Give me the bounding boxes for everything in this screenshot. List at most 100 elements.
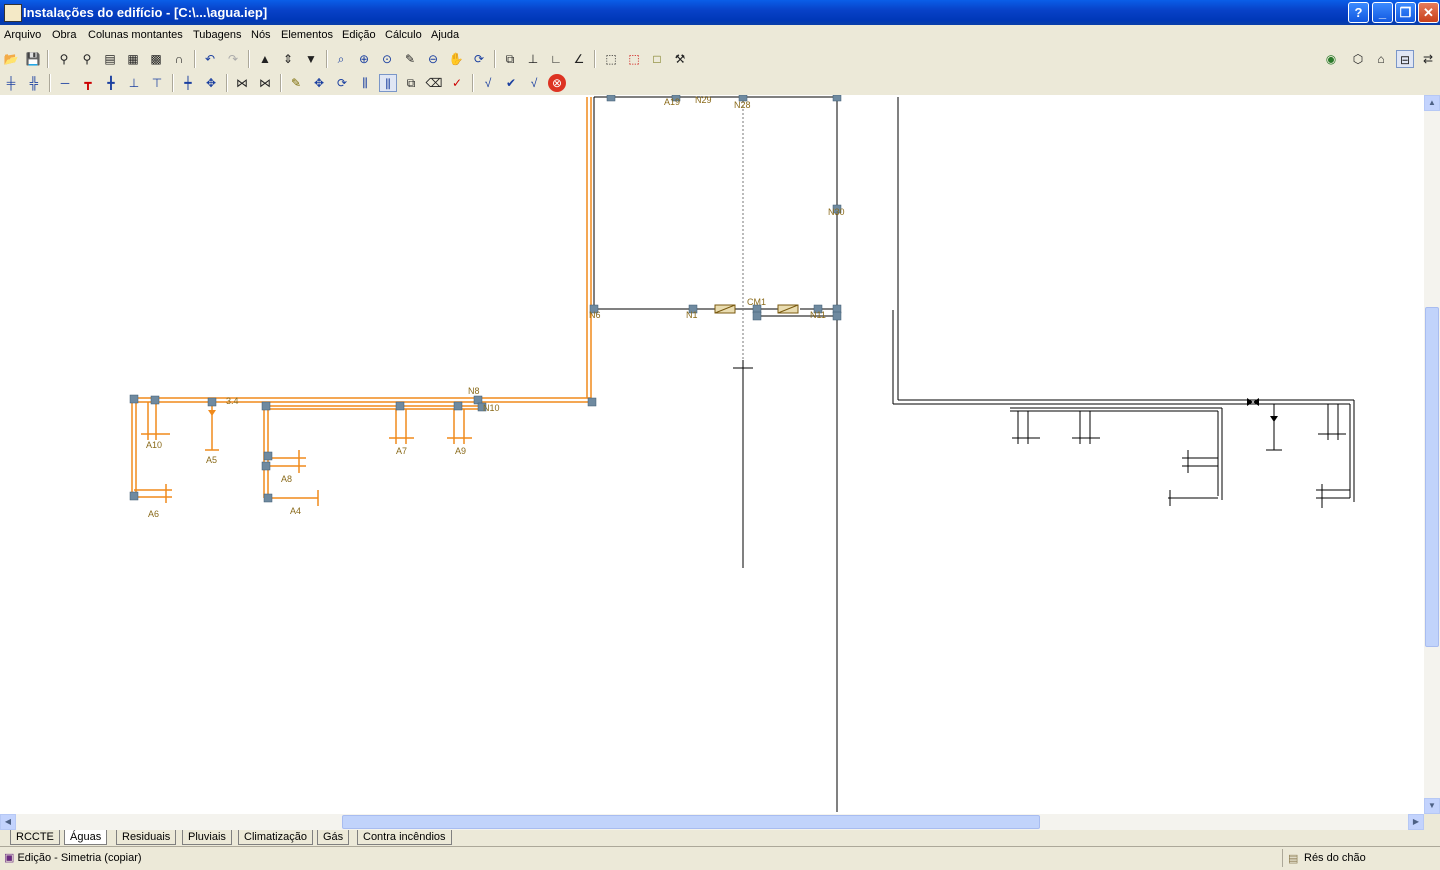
tab-residuais[interactable]: Residuais [116, 830, 177, 845]
globe-icon[interactable]: ◉ [1322, 50, 1340, 68]
menu-arquivo[interactable]: Arquivo [4, 29, 41, 41]
arrow-down-icon[interactable]: ▼ [302, 50, 320, 68]
open-folder-icon[interactable]: 📂 [2, 50, 20, 68]
fixture-gray-icon[interactable]: ⚲ [78, 50, 96, 68]
mirror-copy-icon[interactable]: ⋈ [256, 74, 274, 92]
drawing-canvas[interactable]: A19 N29 N28 N30 N6 N1 CM1 N11 N8 N10 3.4… [0, 95, 1424, 814]
minimize-button[interactable]: _ [1372, 2, 1393, 23]
status-bar: ▣ Edição - Simetria (copiar) ▤ Rés do ch… [0, 846, 1440, 870]
scroll-down-arrow-icon[interactable]: ▼ [1424, 798, 1440, 814]
separator [472, 74, 474, 92]
zoom-icon[interactable]: ⊙ [378, 50, 396, 68]
text-icon[interactable]: ▤ [101, 50, 119, 68]
fixture-icon[interactable]: ⚲ [55, 50, 73, 68]
magnet-icon[interactable]: ∩ [170, 50, 188, 68]
axis-icon[interactable]: ⊥ [524, 50, 542, 68]
restore-button[interactable]: ❐ [1395, 2, 1416, 23]
tab-gas[interactable]: Gás [317, 830, 350, 845]
tab-climatizacao[interactable]: Climatização [238, 830, 313, 845]
horizontal-scrollbar[interactable]: ◀ ▶ [0, 814, 1424, 830]
pipe-add-icon[interactable]: ╪ [2, 74, 20, 92]
stop-icon[interactable]: ⊗ [548, 74, 566, 92]
calc-check-icon[interactable]: √ [479, 74, 497, 92]
symmetry-copy-icon[interactable]: ⫼ [379, 74, 397, 92]
select-icon[interactable]: ⬚ [602, 50, 620, 68]
3d-box-icon[interactable]: ⬡ [1349, 50, 1367, 68]
vertical-scroll-thumb[interactable] [1425, 307, 1439, 647]
copy-icon[interactable]: ⧉ [402, 74, 420, 92]
node-markers[interactable] [129, 95, 842, 503]
orange-pipes[interactable] [131, 97, 592, 506]
scroll-left-arrow-icon[interactable]: ◀ [0, 814, 16, 830]
tab-rccte[interactable]: RCCTE [10, 830, 60, 845]
edit-check-icon[interactable]: ✓ [448, 74, 466, 92]
rectangle-icon[interactable]: □ [648, 50, 666, 68]
pipe-branch-icon[interactable]: ╬ [25, 74, 43, 92]
close-button[interactable]: ✕ [1418, 2, 1439, 23]
help-button[interactable]: ? [1348, 2, 1369, 23]
vertical-scrollbar[interactable]: ▲ ▼ [1424, 95, 1440, 814]
menu-obra[interactable]: Obra [52, 29, 76, 41]
tile-icon[interactable]: ⊟ [1396, 50, 1414, 68]
arrow-up-icon[interactable]: ▲ [256, 50, 274, 68]
app-house-icon[interactable] [4, 4, 22, 22]
valve-left-icon [1253, 398, 1259, 406]
mirror-icon[interactable]: ⋈ [233, 74, 251, 92]
rotate-icon[interactable]: ⟳ [333, 74, 351, 92]
line-icon[interactable]: ─ [56, 74, 74, 92]
grid-icon[interactable]: ▩ [147, 50, 165, 68]
select-red-icon[interactable]: ⬚ [625, 50, 643, 68]
valve-down-icon[interactable]: ⊤ [148, 74, 166, 92]
erase-icon[interactable]: ⌫ [425, 74, 443, 92]
tab-aguas[interactable]: Águas [64, 830, 108, 845]
move-icon[interactable]: ✥ [310, 74, 328, 92]
3d-house-icon[interactable]: ⌂ [1372, 50, 1390, 68]
scroll-up-arrow-icon[interactable]: ▲ [1424, 95, 1440, 111]
node-icon[interactable]: ┿ [179, 74, 197, 92]
menu-nos[interactable]: Nós [251, 29, 271, 41]
redraw-icon[interactable]: ⟳ [470, 50, 488, 68]
label-a5: A5 [206, 455, 217, 465]
status-floor[interactable]: ▤ Rés do chão [1282, 849, 1437, 867]
check-icon[interactable]: ✔ [502, 74, 520, 92]
menu-tubagens[interactable]: Tubagens [193, 29, 242, 41]
zoom-out-icon[interactable]: ⊖ [424, 50, 442, 68]
menu-calculo[interactable]: Cálculo [385, 29, 422, 41]
menu-colunas-montantes[interactable]: Colunas montantes [88, 29, 183, 41]
menu-edicao[interactable]: Edição [342, 29, 376, 41]
menu-elementos[interactable]: Elementos [281, 29, 333, 41]
status-mode: ▣ Edição - Simetria (copiar) [4, 851, 142, 864]
label-n30: N30 [828, 207, 845, 217]
pan-hand-icon[interactable]: ✋ [447, 50, 465, 68]
zoom-window-icon[interactable]: ⌕ [332, 50, 350, 68]
angle-icon[interactable]: ∟ [547, 50, 565, 68]
pencil-icon[interactable]: ✎ [401, 50, 419, 68]
menu-ajuda[interactable]: Ajuda [431, 29, 459, 41]
label-a9: A9 [455, 446, 466, 456]
swap-icon[interactable]: ⇄ [1419, 50, 1437, 68]
tools-icon[interactable]: ⚒ [671, 50, 689, 68]
table-icon[interactable]: ▦ [124, 50, 142, 68]
binoculars-icon[interactable]: ⧉ [501, 50, 519, 68]
scroll-right-arrow-icon[interactable]: ▶ [1408, 814, 1424, 830]
tab-contra-incendios[interactable]: Contra incêndios [357, 830, 452, 845]
valve-up-icon[interactable]: ⊥ [125, 74, 143, 92]
slope-icon[interactable]: ∠ [570, 50, 588, 68]
node-move-icon[interactable]: ✥ [202, 74, 220, 92]
symmetry-icon[interactable]: ⫼ [356, 74, 374, 92]
label-n6: N6 [589, 310, 601, 320]
save-icon[interactable]: 💾 [24, 50, 42, 68]
tab-pluviais[interactable]: Pluviais [182, 830, 232, 845]
cross-icon[interactable]: ╋ [102, 74, 120, 92]
edit-toolbar: ╪ ╬ ─ ┳ ╋ ⊥ ⊤ ┿ ✥ ⋈ ⋈ ✎ ✥ ⟳ ⫼ ⫼ ⧉ ⌫ ✓ √ … [0, 71, 1440, 95]
separator [194, 50, 196, 68]
tee-icon[interactable]: ┳ [79, 74, 97, 92]
arrow-updown-icon[interactable]: ⇕ [279, 50, 297, 68]
undo-icon[interactable]: ↶ [201, 50, 219, 68]
verify-icon[interactable]: √ [525, 74, 543, 92]
redo-icon[interactable]: ↷ [224, 50, 242, 68]
edit-pencil-icon[interactable]: ✎ [287, 74, 305, 92]
zoom-in-icon[interactable]: ⊕ [355, 50, 373, 68]
pipe-drawing[interactable]: A19 N29 N28 N30 N6 N1 CM1 N11 N8 N10 3.4… [0, 95, 1424, 814]
horizontal-scroll-thumb[interactable] [342, 815, 1040, 829]
